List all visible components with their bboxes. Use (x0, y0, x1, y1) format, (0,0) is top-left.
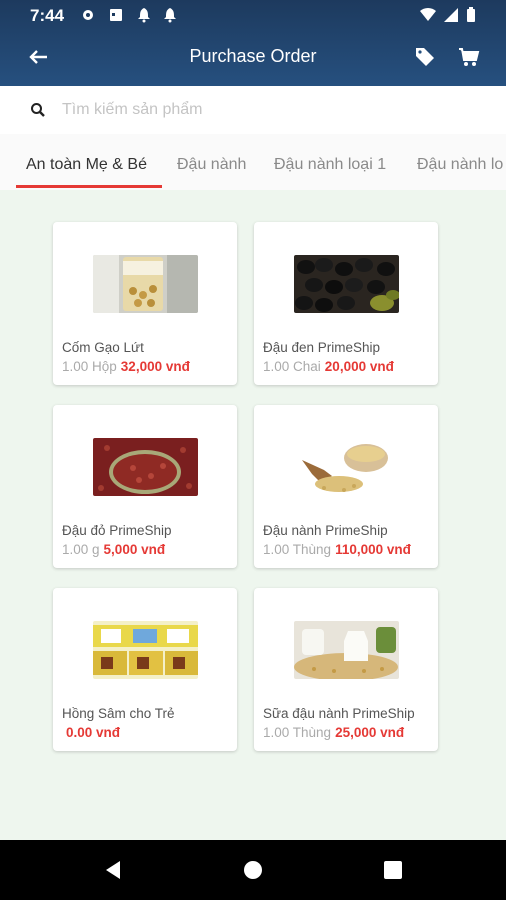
settings-icon (83, 10, 93, 20)
product-image (93, 438, 198, 496)
signal-icon (444, 8, 458, 22)
product-image (294, 621, 399, 679)
home-circle-icon[interactable] (241, 858, 265, 882)
product-price: 0.00 vnđ (66, 725, 121, 740)
status-time: 7:44 (30, 6, 65, 25)
product-quantity: 1.00 Chai (263, 359, 321, 374)
product-name: Cốm Gạo Lứt (62, 340, 144, 355)
product-meta: 1.00 Thùng 25,000 vnđ (263, 725, 404, 740)
product-price: 5,000 vnđ (103, 542, 166, 557)
back-triangle-icon[interactable] (102, 858, 126, 882)
product-image (294, 438, 399, 496)
product-price: 25,000 vnđ (335, 725, 405, 740)
tab-dau-nanh-lo[interactable]: Đậu nành lo (417, 156, 503, 174)
search-bar (0, 86, 506, 134)
product-image (93, 255, 198, 313)
product-name: Hồng Sâm cho Trẻ (62, 706, 175, 721)
product-quantity: 1.00 g (62, 542, 100, 557)
tab-indicator (16, 185, 162, 188)
product-card[interactable]: Cốm Gạo Lứt 1.00 Hộp 32,000 vnđ (53, 222, 237, 385)
search-icon (31, 103, 45, 117)
app-bar: Purchase Order (0, 30, 506, 86)
cart-button[interactable] (454, 42, 484, 72)
product-card[interactable]: Sữa đậu nành PrimeShip 1.00 Thùng 25,000 … (254, 588, 438, 751)
product-image (294, 255, 399, 313)
product-meta: 1.00 Thùng 110,000 vnđ (263, 542, 411, 557)
product-name: Sữa đậu nành PrimeShip (263, 706, 415, 721)
tag-button[interactable] (410, 42, 440, 72)
battery-icon (467, 7, 475, 22)
product-meta: 1.00 g 5,000 vnđ (62, 542, 165, 557)
product-price: 110,000 vnđ (335, 542, 411, 557)
product-grid: Cốm Gạo Lứt 1.00 Hộp 32,000 vnđ Đậu đen P… (0, 190, 506, 840)
calendar-icon (110, 9, 122, 21)
product-meta: 0.00 vnđ (62, 725, 120, 740)
navigation-bar (0, 840, 506, 900)
product-card[interactable]: Đậu đen PrimeShip 1.00 Chai 20,000 vnđ (254, 222, 438, 385)
tab-dau-nanh[interactable]: Đậu nành (177, 156, 246, 174)
product-price: 32,000 vnđ (120, 359, 190, 374)
category-tabs: An toàn Mẹ & Bé Đậu nành Đậu nành loại 1… (0, 134, 506, 190)
product-meta: 1.00 Hộp 32,000 vnđ (62, 359, 190, 374)
product-card[interactable]: Đậu đỏ PrimeShip 1.00 g 5,000 vnđ (53, 405, 237, 568)
product-name: Đậu đen PrimeShip (263, 340, 381, 355)
product-price: 20,000 vnđ (324, 359, 394, 374)
product-image (93, 621, 198, 679)
wifi-icon (420, 7, 436, 22)
notification-icon (164, 8, 176, 23)
recents-square-icon[interactable] (381, 858, 405, 882)
status-bar: 7:44 (0, 0, 506, 30)
product-name: Đậu đỏ PrimeShip (62, 523, 172, 538)
product-meta: 1.00 Chai 20,000 vnđ (263, 359, 394, 374)
cart-icon (459, 48, 480, 66)
product-card[interactable]: Đậu nành PrimeShip 1.00 Thùng 110,000 vnđ (254, 405, 438, 568)
product-quantity: 1.00 Thùng (263, 542, 332, 557)
tab-dau-nanh-loai-1[interactable]: Đậu nành loại 1 (274, 156, 386, 174)
search-input[interactable] (62, 96, 482, 124)
product-name: Đậu nành PrimeShip (263, 523, 388, 538)
product-quantity: 1.00 Hộp (62, 359, 117, 374)
tab-an-toan-me-be[interactable]: An toàn Mẹ & Bé (26, 156, 147, 174)
notification-icon (138, 8, 150, 23)
product-card[interactable]: Hồng Sâm cho Trẻ 0.00 vnđ (53, 588, 237, 751)
top-bar: 7:44 Purchase Order (0, 0, 506, 86)
product-quantity: 1.00 Thùng (263, 725, 332, 740)
tag-icon (416, 48, 434, 66)
